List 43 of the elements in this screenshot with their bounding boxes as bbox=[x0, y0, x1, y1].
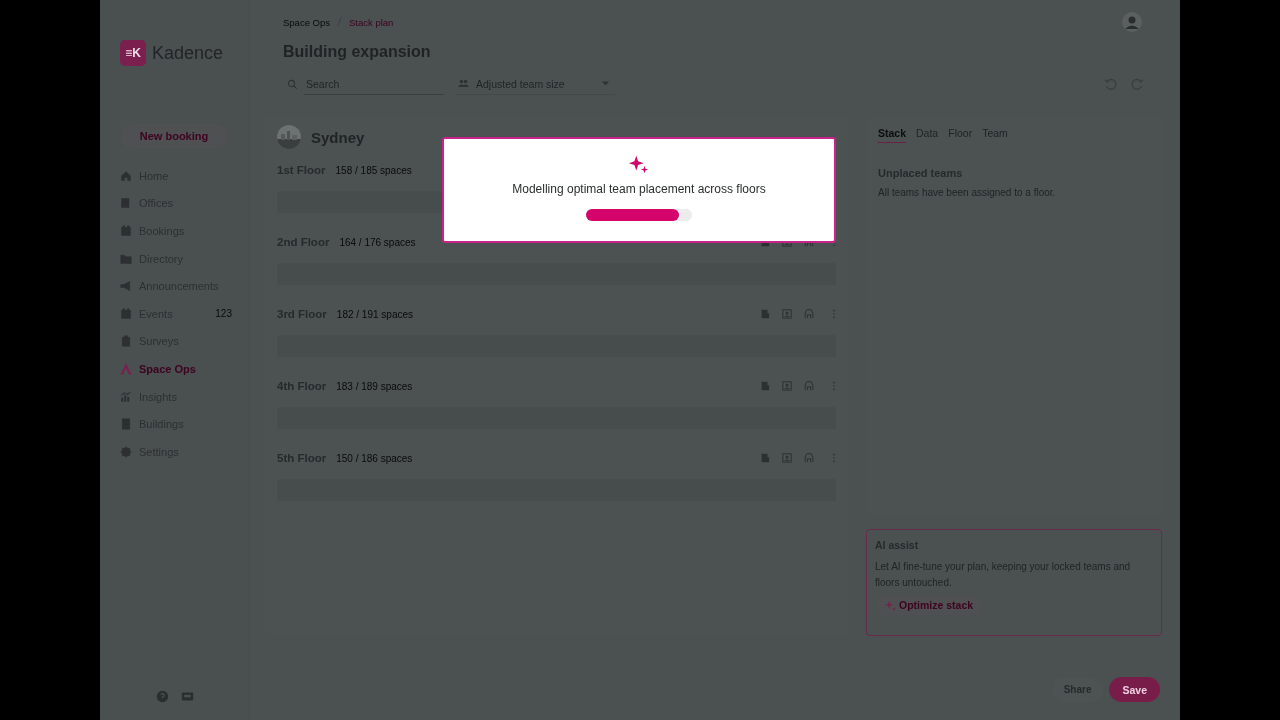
sparkle-icon bbox=[628, 154, 650, 176]
calendar-icon bbox=[120, 225, 132, 237]
building-icon[interactable] bbox=[760, 453, 770, 463]
floor-capacity: 182 / 191 spaces bbox=[336, 308, 413, 320]
breadcrumb-link[interactable]: Space Ops bbox=[283, 16, 330, 28]
logo-mark: ≡K bbox=[120, 40, 146, 66]
building-icon[interactable] bbox=[760, 309, 770, 319]
building-icon bbox=[120, 418, 132, 431]
floor-capacity: 158 / 185 spaces bbox=[335, 164, 412, 176]
person-card-icon[interactable] bbox=[782, 453, 792, 463]
megaphone-icon bbox=[120, 280, 132, 293]
compass-icon bbox=[120, 362, 132, 375]
floor-capacity: 183 / 189 spaces bbox=[336, 380, 413, 392]
progress-message: Modelling optimal team placement across floors bbox=[512, 182, 766, 196]
avatar[interactable] bbox=[1122, 12, 1142, 32]
caret-icon bbox=[602, 81, 609, 86]
chart-icon bbox=[120, 390, 132, 403]
count-label: 123 bbox=[215, 308, 232, 320]
clipboard-icon bbox=[120, 335, 132, 348]
folder-icon bbox=[120, 252, 132, 265]
people-icon bbox=[457, 78, 470, 89]
calendar-icon bbox=[120, 307, 132, 320]
keyboard-icon[interactable] bbox=[181, 690, 194, 703]
floor-capacity: 150 / 186 spaces bbox=[336, 452, 413, 464]
breadcrumb-link[interactable]: Stack plan bbox=[349, 16, 394, 28]
building-icon bbox=[120, 197, 132, 210]
help-icon[interactable] bbox=[156, 690, 169, 703]
arch-icon[interactable] bbox=[804, 381, 814, 391]
tab[interactable]: Stack bbox=[878, 127, 907, 143]
floor-capacity: 164 / 176 spaces bbox=[339, 236, 416, 248]
arch-icon[interactable] bbox=[804, 453, 814, 463]
optimize-button[interactable]: Optimize stack bbox=[875, 595, 984, 615]
new-booking-button[interactable]: New booking bbox=[120, 124, 228, 148]
home-icon bbox=[120, 169, 132, 182]
arch-icon[interactable] bbox=[804, 309, 814, 319]
person-card-icon[interactable] bbox=[782, 309, 792, 319]
save-button[interactable]: Save bbox=[1109, 677, 1160, 702]
nav-item[interactable]: Space Ops bbox=[120, 355, 232, 383]
search-icon bbox=[287, 78, 298, 90]
person-card-icon[interactable] bbox=[782, 381, 792, 391]
building-icon[interactable] bbox=[760, 381, 770, 391]
gear-icon bbox=[120, 445, 132, 458]
sparkle-icon bbox=[885, 599, 896, 611]
